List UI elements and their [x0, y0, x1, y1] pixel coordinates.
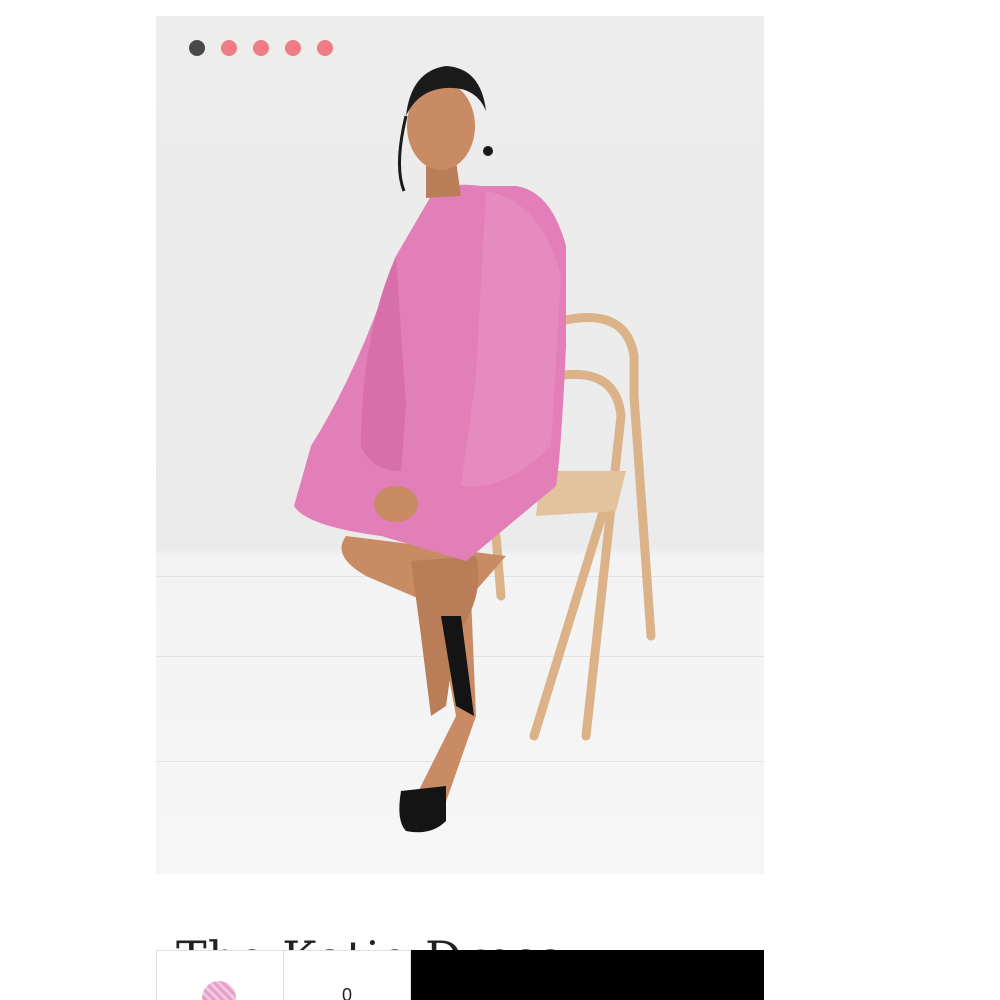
gallery-pagination — [189, 40, 333, 56]
product-page: The Katie Dress 0 — [156, 16, 764, 1000]
sticky-purchase-bar: 0 — [156, 950, 764, 1000]
gallery-dot-3[interactable] — [253, 40, 269, 56]
model-illustration — [294, 66, 656, 833]
gallery-dot-5[interactable] — [317, 40, 333, 56]
color-swatch[interactable] — [202, 981, 236, 1000]
quantity-selector[interactable]: 0 — [284, 950, 411, 1000]
color-swatch-selector[interactable] — [156, 950, 284, 1000]
gallery-dot-2[interactable] — [221, 40, 237, 56]
gallery-dot-4[interactable] — [285, 40, 301, 56]
product-image[interactable] — [156, 16, 764, 874]
gallery-dot-1[interactable] — [189, 40, 205, 56]
quantity-value: 0 — [341, 985, 352, 1000]
add-to-bag-button[interactable] — [411, 950, 764, 1000]
